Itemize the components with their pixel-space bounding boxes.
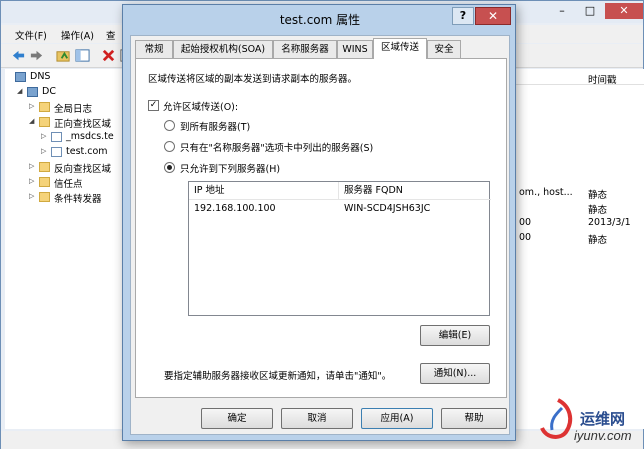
notify-text: 要指定辅助服务器接收区域更新通知，请单击"通知"。 <box>164 371 392 382</box>
radio-name-servers-only-label: 只有在"名称服务器"选项卡中列出的服务器(S) <box>180 143 374 154</box>
menu-view[interactable]: 查 <box>106 28 116 42</box>
records-list: 时间戳 om., host... 静态 静态 00 2013/3/1 00 静态 <box>516 69 644 429</box>
watermark-logo-icon <box>540 398 573 439</box>
list-cell: 静态 <box>588 205 608 216</box>
list-cell: 00 <box>519 217 532 228</box>
watermark-url: iyunv.com <box>574 428 632 443</box>
minimize-button[interactable]: – <box>549 3 575 19</box>
collapsed-arrow-icon[interactable]: ▷ <box>29 192 34 200</box>
edit-button[interactable]: 编辑(E) <box>420 325 490 346</box>
close-icon[interactable]: ✕ <box>475 7 511 25</box>
server-icon <box>27 87 38 97</box>
help-button[interactable]: 帮助 <box>441 408 507 429</box>
zone-transfers-panel: 区域传送将区域的副本发送到请求副本的服务器。 ✓ 允许区域传送(O): 到所有服… <box>135 58 507 398</box>
close-window-button[interactable]: ✕ <box>605 3 643 19</box>
menu-action[interactable]: 操作(A) <box>61 28 94 42</box>
tab-security[interactable]: 安全 <box>427 40 461 58</box>
expanded-arrow-icon[interactable]: ◢ <box>17 87 22 95</box>
menu-file[interactable]: 文件(F) <box>15 28 47 42</box>
list-cell: 00 <box>519 232 532 243</box>
cancel-button[interactable]: 取消 <box>281 408 353 429</box>
server-fqdn-cell[interactable]: WIN-SCD4JSH63JC <box>344 203 430 214</box>
forward-arrow-icon[interactable] <box>29 48 44 63</box>
folder-icon <box>39 177 50 187</box>
radio-listed-servers-label: 只允许到下列服务器(H) <box>180 164 281 175</box>
collapsed-arrow-icon[interactable]: ▷ <box>29 102 34 110</box>
radio-name-servers-only[interactable] <box>164 141 175 152</box>
tab-soa[interactable]: 起始授权机构(SOA) <box>173 40 273 58</box>
list-cell: om., host... <box>519 187 573 198</box>
allow-transfer-checkbox[interactable]: ✓ <box>148 100 159 111</box>
list-header: 时间戳 <box>516 69 644 86</box>
radio-listed-servers[interactable] <box>164 162 175 173</box>
collapsed-arrow-icon[interactable]: ▷ <box>29 177 34 185</box>
ok-button[interactable]: 确定 <box>201 408 273 429</box>
maximize-button[interactable]: □ <box>577 3 603 19</box>
folder-icon <box>39 162 50 172</box>
zone-properties-dialog: test.com 属性 ? ✕ 常规 起始授权机构(SOA) 名称服务器 WIN… <box>122 4 516 441</box>
log-folder-icon <box>39 102 50 112</box>
column-header-timestamp[interactable]: 时间戳 <box>588 72 617 86</box>
console-tree: DNS ◢ DC ▷ 全局日志 ◢ 正向查找区域 ▷ _msdcs.te ▷ t… <box>5 69 123 429</box>
delete-icon[interactable] <box>101 48 116 63</box>
back-arrow-icon[interactable] <box>11 48 26 63</box>
show-hide-tree-icon[interactable] <box>75 48 90 63</box>
radio-all-servers[interactable] <box>164 120 175 131</box>
apply-button[interactable]: 应用(A) <box>361 408 433 429</box>
tab-zone-transfers[interactable]: 区域传送 <box>373 38 427 59</box>
list-cell: 2013/3/1 <box>588 217 631 228</box>
help-icon[interactable]: ? <box>452 7 474 25</box>
tab-general[interactable]: 常规 <box>135 40 173 58</box>
tab-name-servers[interactable]: 名称服务器 <box>273 40 337 58</box>
dns-server-icon <box>15 72 26 82</box>
list-cell: 静态 <box>588 235 608 246</box>
collapsed-arrow-icon[interactable]: ▷ <box>41 132 46 140</box>
description-text: 区域传送将区域的副本发送到请求副本的服务器。 <box>148 74 358 85</box>
radio-all-servers-label: 到所有服务器(T) <box>180 122 251 133</box>
notify-button[interactable]: 通知(N)... <box>420 363 490 384</box>
server-ip-cell[interactable]: 192.168.100.100 <box>194 203 276 214</box>
list-cell: 静态 <box>588 190 608 201</box>
zone-icon <box>51 132 62 142</box>
server-list[interactable]: IP 地址 服务器 FQDN 192.168.100.100 WIN-SCD4J… <box>188 181 491 316</box>
up-folder-icon[interactable] <box>56 48 71 63</box>
zone-icon <box>51 147 62 157</box>
dialog-body: 常规 起始授权机构(SOA) 名称服务器 WINS 区域传送 安全 区域传送将区… <box>130 35 510 435</box>
column-header-fqdn[interactable]: 服务器 FQDN <box>339 182 491 200</box>
folder-icon <box>39 117 50 127</box>
watermark-brand: 运维网 <box>580 411 626 428</box>
expanded-arrow-icon[interactable]: ◢ <box>29 117 34 125</box>
column-header-ip[interactable]: IP 地址 <box>189 182 339 200</box>
tab-wins[interactable]: WINS <box>337 40 373 58</box>
allow-transfer-label: 允许区域传送(O): <box>163 102 239 113</box>
folder-icon <box>39 192 50 202</box>
collapsed-arrow-icon[interactable]: ▷ <box>41 147 46 155</box>
collapsed-arrow-icon[interactable]: ▷ <box>29 162 34 170</box>
